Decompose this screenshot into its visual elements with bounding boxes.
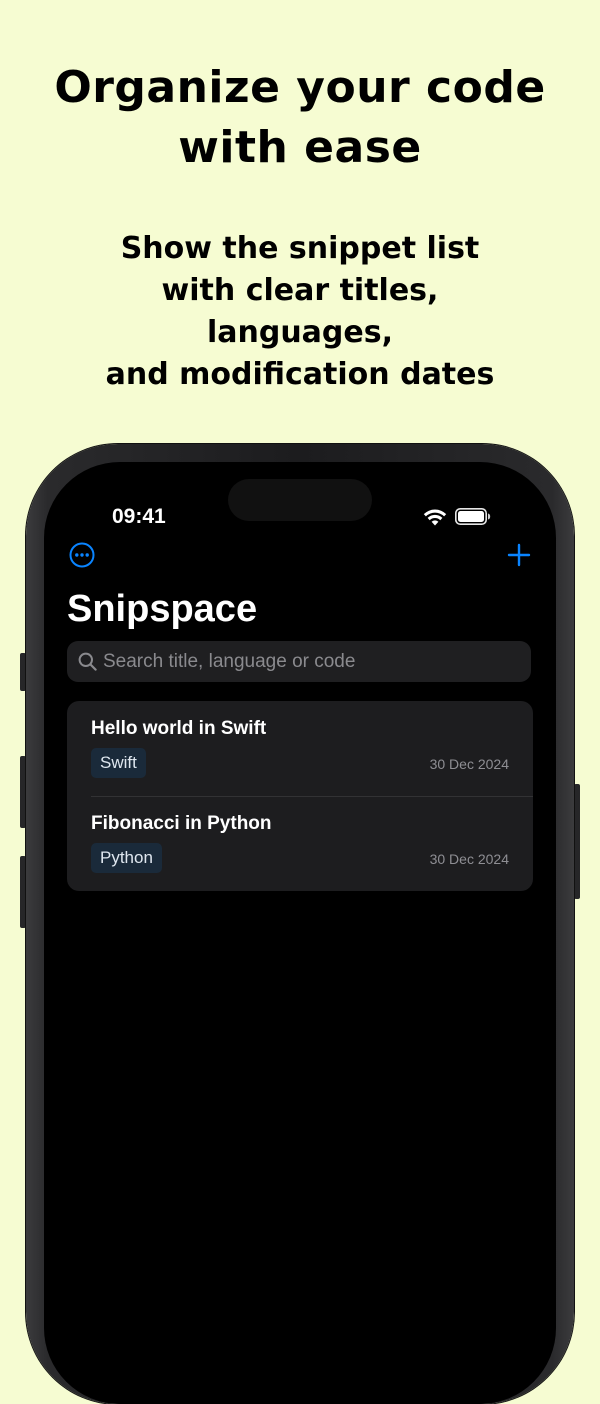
search-bar[interactable]: [67, 641, 531, 682]
promo-subheadline-line: with clear titles,: [161, 273, 439, 308]
battery-icon: [455, 508, 491, 525]
phone-frame: 09:41 Snipspace Search title, language o…: [26, 444, 574, 1404]
snippet-title: Fibonacci in Python: [91, 813, 272, 834]
page-title: Snipspace: [67, 588, 258, 630]
promo-subheadline-line: Show the snippet list: [120, 231, 480, 266]
modified-date: 30 Dec 2024: [429, 756, 509, 772]
promo-subheadline-line: and modification dates: [105, 357, 495, 392]
phone-screen: 09:41 Snipspace Search title, language o…: [44, 462, 556, 1404]
promo-headline: Organize your code with ease: [0, 58, 600, 178]
language-badge: Python: [91, 843, 162, 873]
dynamic-island: [228, 479, 372, 521]
search-input[interactable]: [103, 641, 523, 682]
snippet-row[interactable]: Hello world in Swift Swift 30 Dec 2024: [67, 701, 533, 796]
snippet-list: Hello world in Swift Swift 30 Dec 2024 F…: [67, 701, 533, 891]
add-snippet-icon[interactable]: [504, 540, 534, 570]
promo-headline-line: Organize your code: [54, 62, 546, 113]
promo-subheadline: Show the snippet list with clear titles,…: [0, 228, 600, 396]
snippet-title: Hello world in Swift: [91, 718, 267, 739]
status-time: 09:41: [112, 505, 166, 528]
search-icon: [78, 652, 97, 671]
snippet-row[interactable]: Fibonacci in Python Python 30 Dec 2024: [67, 796, 533, 891]
promo-headline-line: with ease: [178, 122, 422, 173]
promo-subheadline-line: languages,: [206, 315, 394, 350]
more-options-icon[interactable]: [67, 540, 97, 570]
phone-power-button: [574, 784, 580, 899]
wifi-icon: [423, 509, 447, 526]
modified-date: 30 Dec 2024: [429, 851, 509, 867]
language-badge: Swift: [91, 748, 146, 778]
